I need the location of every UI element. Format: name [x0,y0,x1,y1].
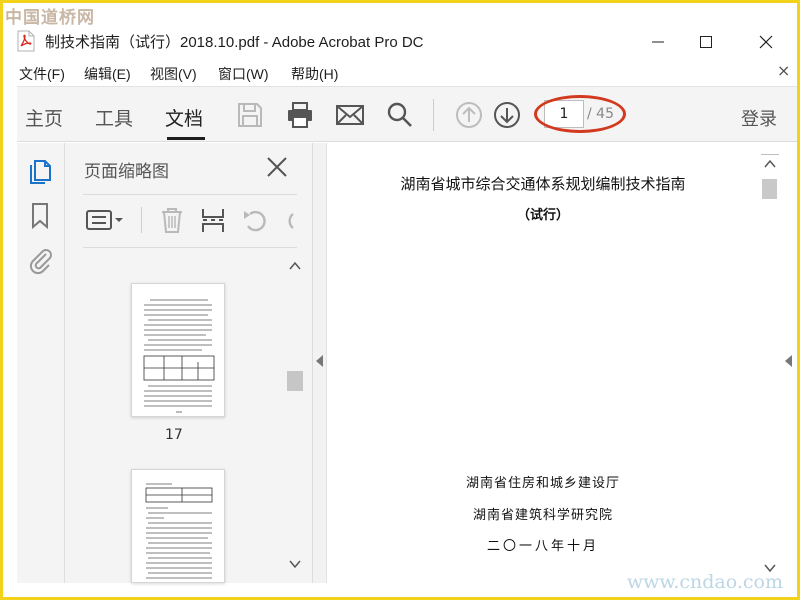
tab-home[interactable]: 主页 [25,104,63,131]
minimize-button[interactable] [635,25,681,59]
scroll-up-icon[interactable] [764,159,776,169]
page-preview [145,483,213,579]
tab-tools[interactable]: 工具 [95,104,133,131]
document-subtitle: （试行） [516,208,569,223]
pdf-file-icon [17,30,35,52]
insert-icon[interactable] [199,205,227,235]
mail-icon[interactable] [335,100,365,130]
document-date: 二〇一八年十月 [486,539,599,554]
bookmark-icon[interactable] [25,201,55,231]
active-tab-indicator [167,137,205,140]
menu-view[interactable]: 视图(V) [150,64,197,84]
close-icon[interactable] [265,155,289,179]
thumbnail-panel: 页面缩略图 17 [65,143,313,583]
panel-divider [83,194,297,195]
menu-help[interactable]: 帮助(H) [291,64,338,84]
page-thumbnail[interactable] [131,469,225,583]
toolbar-separator [433,99,434,131]
search-icon[interactable] [385,100,415,130]
document-scrollbar-thumb[interactable] [762,179,777,199]
collapse-panel-handle[interactable] [313,143,327,583]
chevron-left-icon [316,355,323,367]
watermark-bottom: www.cndao.com [626,571,783,593]
panel-tool-separator [141,207,142,233]
menu-bar: 文件(F) 编辑(E) 视图(V) 窗口(W) 帮助(H) × [3,61,797,85]
panel-scrollbar-thumb[interactable] [287,371,303,391]
thumbnail-page-label: 17 [165,427,183,443]
navigation-strip [17,143,65,583]
menu-close-button[interactable]: × [777,61,790,80]
panel-title: 页面缩略图 [84,162,169,182]
rotate-ccw-icon[interactable] [241,205,269,235]
page-down-icon[interactable] [492,100,522,130]
minimize-icon [652,41,664,43]
page-preview [143,299,215,413]
watermark-top: 中国道桥网 [5,8,95,28]
chevron-left-icon [785,355,792,367]
page-thumbnail[interactable] [131,283,225,417]
scrollbar-top-line [761,145,779,155]
delete-icon[interactable] [159,205,185,235]
acrobat-window: 中国道桥网 制技术指南（试行）2018.10.pdf - Adobe Acrob… [3,3,797,597]
close-icon [759,35,773,49]
document-page[interactable]: 湖南省城市综合交通体系规划编制技术指南 （试行） 湖南省住房和城乡建设厅 湖南省… [327,143,759,583]
options-icon[interactable] [85,205,127,235]
close-window-button[interactable] [743,25,789,59]
login-button[interactable]: 登录 [741,105,777,131]
right-pane-handle[interactable] [780,143,797,583]
menu-window[interactable]: 窗口(W) [218,64,269,84]
document-scrollbar[interactable] [759,143,780,583]
attachment-icon[interactable] [25,245,55,275]
rotate-cw-icon[interactable] [281,205,295,235]
print-icon[interactable] [285,100,315,130]
page-up-icon[interactable] [454,100,484,130]
panel-divider [83,247,297,248]
highlight-ellipse [534,95,626,133]
document-org-2: 湖南省建筑科学研究院 [472,508,613,523]
scroll-up-icon[interactable] [289,261,301,271]
document-org-1: 湖南省住房和城乡建设厅 [465,476,620,491]
tab-document[interactable]: 文档 [165,104,203,131]
maximize-button[interactable] [683,25,729,59]
title-bar: 制技术指南（试行）2018.10.pdf - Adobe Acrobat Pro… [3,25,797,61]
page-thumbnails-icon[interactable] [25,157,55,187]
document-title: 湖南省城市综合交通体系规划编制技术指南 [400,175,686,193]
maximize-icon [700,36,712,48]
menu-edit[interactable]: 编辑(E) [84,64,131,84]
window-title: 制技术指南（试行）2018.10.pdf - Adobe Acrobat Pro… [45,34,424,51]
save-icon[interactable] [235,100,265,130]
toolbar: 主页 工具 文档 1 / 45 登录 [17,86,797,142]
scroll-down-icon[interactable] [289,559,301,569]
menu-file[interactable]: 文件(F) [19,64,65,84]
